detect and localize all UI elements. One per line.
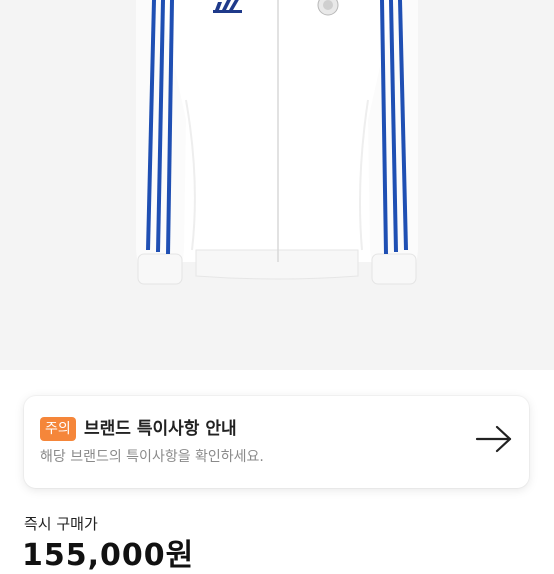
section-spacer bbox=[0, 370, 554, 390]
club-crest-icon bbox=[317, 0, 339, 16]
notice-subtitle: 해당 브랜드의 특이사항을 확인하세요. bbox=[40, 449, 264, 465]
instant-buy-price-value: 155,000원 bbox=[22, 538, 195, 573]
brand-notice-card[interactable]: 주의 브랜드 특이사항 안내 해당 브랜드의 특이사항을 확인하세요. bbox=[24, 396, 529, 488]
caution-badge: 주의 bbox=[40, 417, 76, 441]
jacket-illustration bbox=[136, 0, 418, 285]
notice-title: 브랜드 특이사항 안내 bbox=[84, 419, 237, 439]
instant-buy-price-label: 즉시 구매가 bbox=[24, 515, 98, 533]
product-image[interactable] bbox=[0, 0, 554, 370]
arrow-right-icon[interactable] bbox=[475, 424, 513, 454]
